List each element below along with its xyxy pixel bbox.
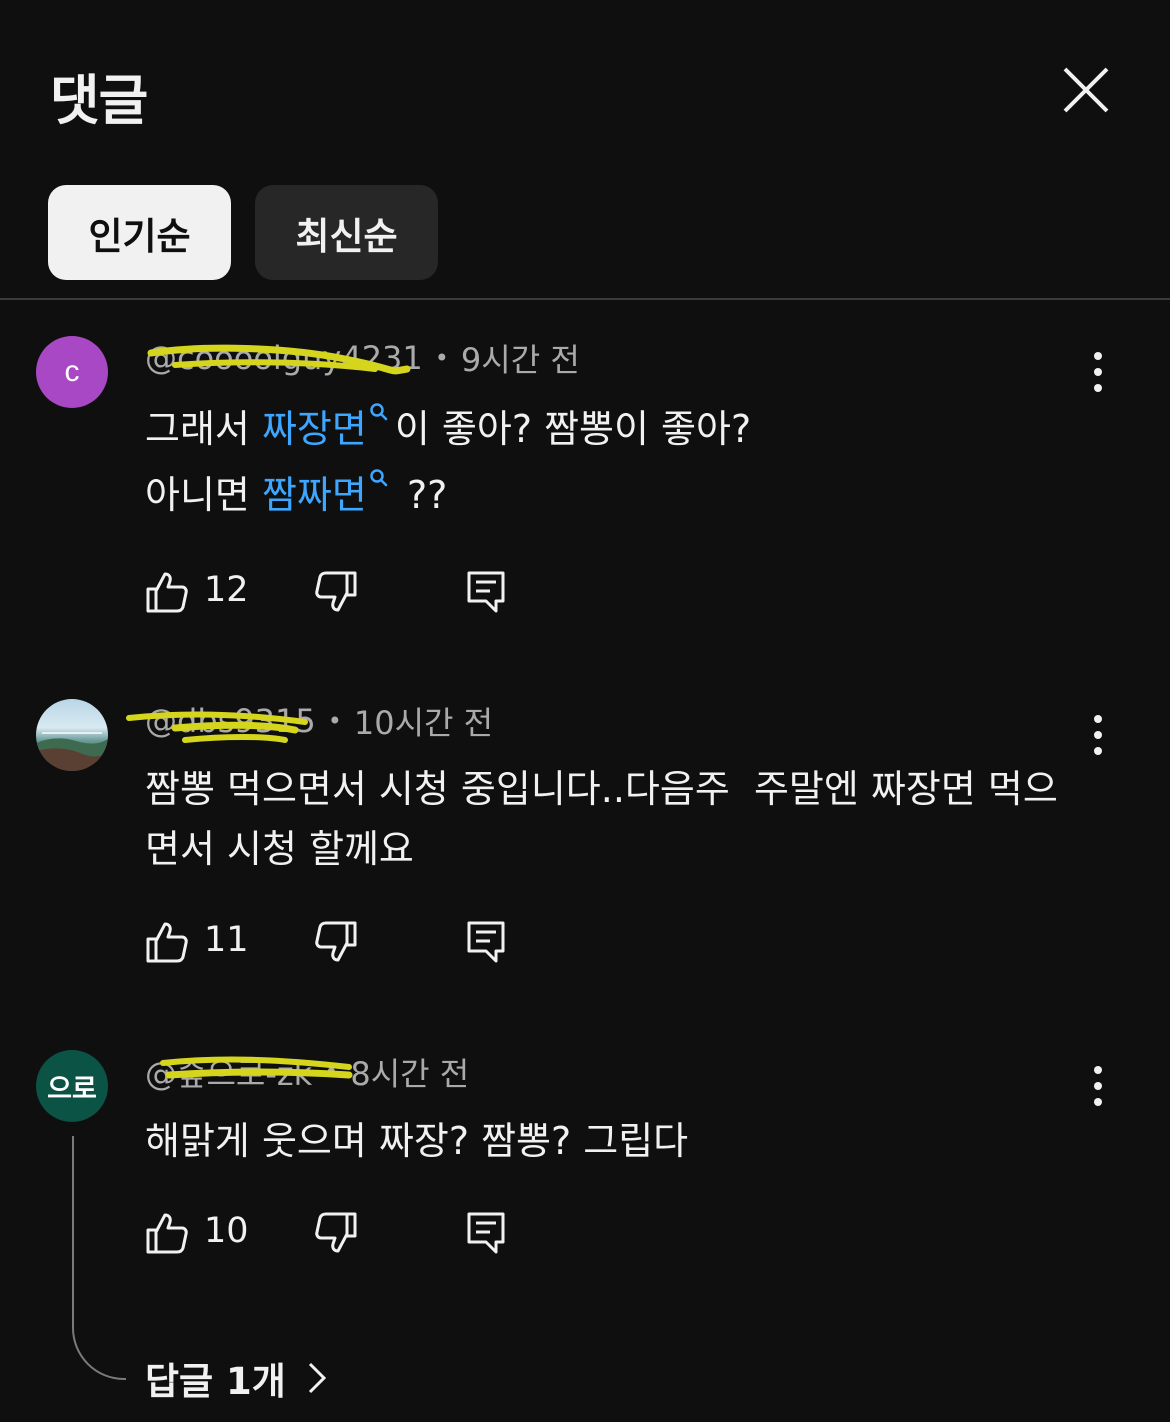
search-link-text: 짬짜면 bbox=[261, 473, 367, 517]
more-vert-icon bbox=[1094, 352, 1102, 392]
like-button[interactable] bbox=[145, 920, 189, 968]
dislike-button[interactable] bbox=[314, 1211, 358, 1259]
avatar-letter: c bbox=[64, 355, 80, 388]
comment-text-line: 그래서 짜장면 이 좋아? 짬뽕이 좋아? bbox=[145, 398, 751, 453]
author-handle[interactable]: @dbs9315 bbox=[126, 702, 316, 743]
like-count: 11 bbox=[204, 920, 249, 960]
dislike-button[interactable] bbox=[314, 920, 358, 968]
reply-icon bbox=[467, 571, 505, 613]
meta-separator: • bbox=[324, 1058, 339, 1086]
author-handle-text: @숲으로-zk bbox=[145, 1055, 313, 1093]
search-icon bbox=[370, 469, 388, 487]
comment-text: 짬뽕 먹으면서 시청 중입니다..다음주 주말엔 짜장면 먹으 bbox=[145, 767, 1058, 811]
meta-separator: • bbox=[327, 707, 342, 735]
comment-text-line: 면서 시청 할께요 bbox=[145, 818, 414, 873]
author-handle[interactable]: @숲으로-zk bbox=[145, 1049, 353, 1095]
reply-icon bbox=[467, 921, 505, 963]
avatar[interactable]: 으로 bbox=[36, 1050, 108, 1122]
author-handle-text: @coooolguy4231 bbox=[145, 339, 423, 377]
comment-text-line: 짬뽕 먹으면서 시청 중입니다..다음주 주말엔 짜장면 먹으 bbox=[145, 758, 1058, 813]
thumbs-up-icon bbox=[146, 1213, 188, 1254]
like-button[interactable] bbox=[145, 1211, 189, 1259]
author-handle[interactable]: @coooolguy4231 bbox=[145, 339, 423, 377]
comment-more-button[interactable] bbox=[1084, 348, 1112, 396]
comment-time: 9시간 전 bbox=[460, 341, 580, 379]
thumbs-down-icon bbox=[315, 1212, 357, 1253]
comment-time: 10시간 전 bbox=[353, 704, 494, 742]
header-divider bbox=[0, 298, 1170, 300]
thumbs-down-icon bbox=[315, 921, 357, 962]
reply-button[interactable] bbox=[466, 1211, 506, 1259]
author-handle-text: @dbs9315 bbox=[145, 702, 316, 740]
comment-text: 면서 시청 할께요 bbox=[145, 827, 414, 871]
like-button[interactable] bbox=[145, 570, 189, 618]
avatar-letter: 으로 bbox=[47, 1073, 97, 1105]
avatar[interactable] bbox=[36, 699, 108, 771]
comment-meta: @dbs9315 • 10시간 전 bbox=[126, 699, 494, 743]
sort-newest-label: 최신순 bbox=[295, 214, 398, 258]
sort-newest-chip[interactable]: 최신순 bbox=[255, 185, 438, 280]
avatar[interactable]: c bbox=[36, 336, 108, 408]
sort-top-label: 인기순 bbox=[88, 214, 191, 258]
comment-text: 이 좋아? 짬뽕이 좋아? bbox=[394, 407, 752, 451]
meta-separator: • bbox=[434, 344, 449, 372]
comment-text: 그래서 bbox=[145, 407, 262, 451]
comment-meta: @숲으로-zk • 8시간 전 bbox=[145, 1050, 469, 1094]
thumbs-up-icon bbox=[146, 922, 188, 963]
comment-text-line: 아니면 짬짜면 ?? bbox=[145, 464, 447, 519]
reply-button[interactable] bbox=[466, 570, 506, 618]
sort-top-chip[interactable]: 인기순 bbox=[48, 185, 231, 280]
comment-text-line: 해맑게 웃으며 짜장? 짬뽕? 그립다 bbox=[145, 1110, 688, 1165]
search-link-text: 짜장면 bbox=[261, 407, 367, 451]
comment-more-button[interactable] bbox=[1084, 711, 1112, 759]
comment-text: ?? bbox=[394, 473, 448, 517]
reply-icon bbox=[467, 1212, 505, 1254]
avatar-photo bbox=[36, 732, 108, 771]
reply-button[interactable] bbox=[466, 920, 506, 968]
like-count: 12 bbox=[204, 570, 249, 610]
replies-label: 답글 1개 bbox=[145, 1360, 286, 1403]
chevron-right-icon bbox=[308, 1362, 326, 1394]
close-icon bbox=[1063, 67, 1109, 113]
search-link[interactable]: 짜장면 bbox=[261, 403, 395, 451]
comment-time: 8시간 전 bbox=[350, 1055, 470, 1093]
comment-meta: @coooolguy4231 • 9시간 전 bbox=[145, 336, 580, 380]
comment-more-button[interactable] bbox=[1084, 1062, 1112, 1110]
search-link[interactable]: 짬짜면 bbox=[261, 469, 395, 517]
thumbs-down-icon bbox=[315, 571, 357, 612]
close-button[interactable] bbox=[1058, 62, 1114, 118]
dislike-button[interactable] bbox=[314, 570, 358, 618]
comment-text: 아니면 bbox=[145, 473, 262, 517]
thumbs-up-icon bbox=[146, 572, 188, 613]
comment-text: 해맑게 웃으며 짜장? 짬뽕? 그립다 bbox=[145, 1119, 689, 1163]
panel-title: 댓글 bbox=[50, 69, 148, 132]
like-count: 10 bbox=[204, 1211, 249, 1251]
thread-connector bbox=[72, 1136, 126, 1380]
search-icon bbox=[370, 403, 388, 421]
more-vert-icon bbox=[1094, 715, 1102, 755]
comments-panel: 댓글 인기순 최신순 c @coooolguy4231 • 9시간 전 그래서 … bbox=[0, 0, 1170, 1422]
view-replies-button[interactable]: 답글 1개 bbox=[145, 1350, 332, 1406]
more-vert-icon bbox=[1094, 1066, 1102, 1106]
